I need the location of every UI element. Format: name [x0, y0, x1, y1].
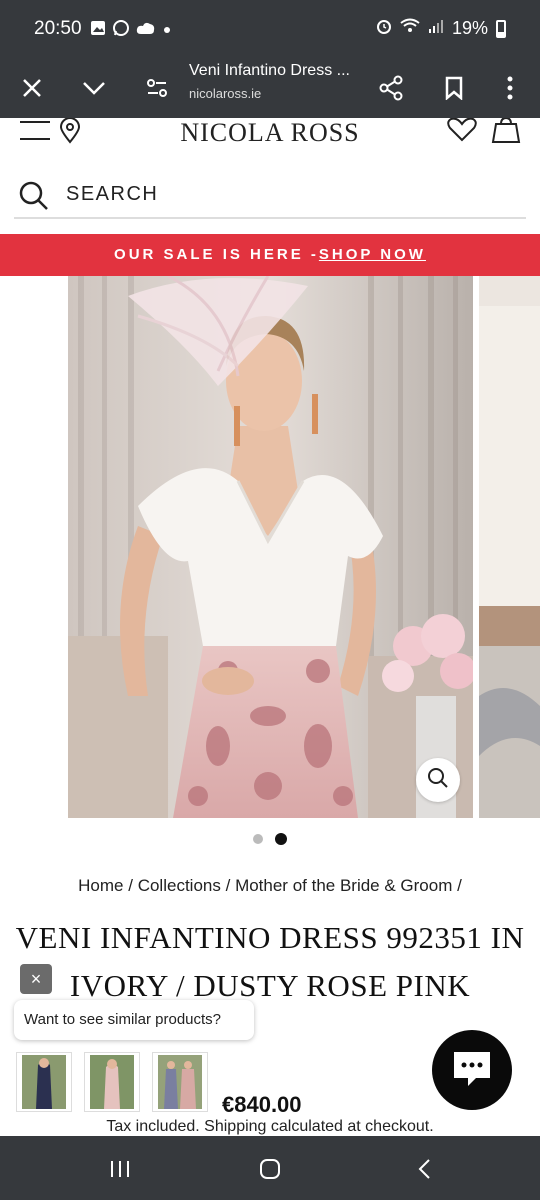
product-image-main[interactable] — [68, 276, 473, 818]
cloud-icon — [136, 21, 156, 40]
chat-button[interactable] — [432, 1030, 512, 1110]
status-bar: 20:50 19% — [0, 0, 540, 58]
breadcrumb-separator: / — [225, 876, 231, 895]
search-bar[interactable]: SEARCH — [0, 168, 540, 220]
gallery-icon — [90, 20, 106, 41]
similar-products-prompt[interactable]: Want to see similar products? — [14, 1000, 254, 1040]
similar-product-thumb[interactable] — [84, 1052, 140, 1112]
gallery-pagination — [0, 833, 540, 845]
battery-icon — [496, 19, 506, 38]
product-image-next-peek[interactable] — [479, 276, 540, 818]
alarm-icon — [376, 18, 392, 39]
product-price: €840.00 — [222, 1092, 302, 1117]
chat-bubble-icon — [450, 1048, 494, 1093]
more-icon[interactable] — [490, 68, 530, 108]
gallery-dot-1[interactable] — [253, 834, 263, 844]
back-icon[interactable] — [404, 1154, 444, 1184]
bookmark-icon[interactable] — [434, 68, 474, 108]
status-system-icons: 19% — [376, 18, 506, 39]
search-underline — [14, 217, 526, 219]
whatsapp-icon — [112, 19, 130, 42]
shop-now-link[interactable]: SHOP NOW — [319, 246, 426, 263]
page-settings-icon[interactable] — [137, 68, 177, 108]
battery-percent: 19% — [451, 18, 488, 38]
home-icon[interactable] — [250, 1154, 290, 1184]
close-similar-button[interactable]: × — [20, 964, 52, 994]
dot-icon — [162, 22, 172, 40]
status-time: 20:50 — [34, 18, 82, 39]
sale-text: OUR SALE IS HERE - — [114, 246, 319, 263]
browser-toolbar: Veni Infantino Dress ... nicolaross.ie — [0, 58, 540, 118]
breadcrumb-separator: / — [457, 876, 462, 895]
recent-apps-icon[interactable] — [100, 1154, 140, 1184]
browser-page-title[interactable]: Veni Infantino Dress ... — [189, 62, 350, 80]
similar-product-thumb[interactable] — [152, 1052, 208, 1112]
status-notification-icons — [90, 19, 172, 42]
close-icon[interactable] — [12, 68, 52, 108]
browser-url[interactable]: nicolaross.ie — [189, 86, 261, 101]
similar-product-thumb[interactable] — [16, 1052, 72, 1112]
page: 20:50 19% Veni Infantino Dress ... nicol… — [0, 0, 540, 1200]
chevron-down-icon[interactable] — [74, 68, 114, 108]
magnifier-icon — [427, 767, 449, 794]
product-gallery[interactable] — [0, 276, 540, 818]
breadcrumb-home[interactable]: Home — [78, 876, 123, 895]
search-icon[interactable] — [18, 180, 50, 217]
system-navigation-bar — [0, 1136, 540, 1200]
breadcrumb-collections[interactable]: Collections — [138, 876, 221, 895]
breadcrumb-separator: / — [128, 876, 133, 895]
sale-announcement-bar: OUR SALE IS HERE -SHOP NOW — [0, 234, 540, 276]
similar-product-thumbnails — [16, 1052, 208, 1112]
breadcrumb: Home / Collections / Mother of the Bride… — [0, 876, 540, 896]
wifi-icon — [400, 18, 420, 39]
site-header: NICOLA ROSS — [0, 116, 540, 158]
share-icon[interactable] — [371, 68, 411, 108]
product-title: VENI INFANTINO DRESS 992351 IN IVORY / D… — [15, 920, 525, 1003]
tax-shipping-note: Tax included. Shipping calculated at che… — [106, 1118, 434, 1135]
gallery-dot-2-active[interactable] — [275, 833, 287, 845]
breadcrumb-category[interactable]: Mother of the Bride & Groom — [235, 876, 452, 895]
wishlist-heart-icon[interactable] — [446, 117, 478, 147]
cart-bag-icon[interactable] — [490, 116, 522, 149]
signal-icon — [428, 18, 444, 39]
zoom-button[interactable] — [416, 758, 460, 802]
search-label[interactable]: SEARCH — [66, 183, 158, 206]
